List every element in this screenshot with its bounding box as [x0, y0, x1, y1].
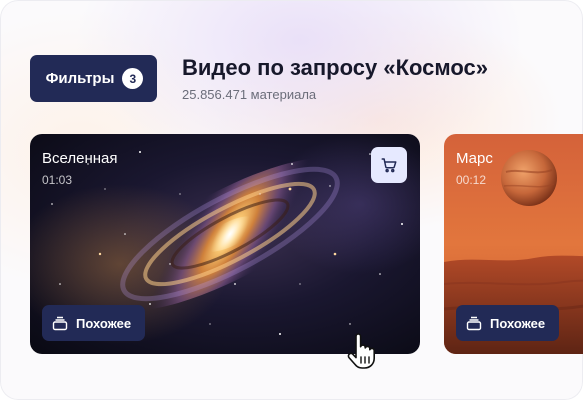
filters-button[interactable]: Фильтры 3 — [30, 55, 157, 102]
hand-pointer-icon — [347, 333, 375, 369]
video-duration: 01:03 — [42, 173, 73, 187]
stack-icon — [466, 316, 482, 331]
stack-icon — [52, 316, 68, 331]
add-to-cart-button[interactable] — [371, 147, 407, 183]
video-duration: 00:12 — [456, 173, 487, 187]
page-title: Видео по запросу «Космос» — [182, 55, 488, 80]
similar-button[interactable]: Похожее — [456, 305, 560, 341]
similar-label: Похожее — [76, 315, 132, 331]
filters-label: Фильтры — [45, 70, 115, 87]
similar-label: Похожее — [490, 315, 546, 331]
results-count: 25.856.471 материала — [182, 87, 317, 102]
filters-count-badge: 3 — [122, 68, 144, 89]
video-card-universe[interactable]: Вселенная 01:03 Похожее — [30, 134, 420, 354]
video-title: Вселенная — [42, 150, 118, 167]
video-card-mars[interactable]: Марс 00:12 Похожее — [444, 134, 583, 354]
search-results-panel: Фильтры 3 Видео по запросу «Космос» 25.8… — [0, 0, 583, 400]
video-title: Марс — [456, 150, 493, 167]
cart-icon — [381, 158, 397, 173]
similar-button[interactable]: Похожее — [42, 305, 146, 341]
